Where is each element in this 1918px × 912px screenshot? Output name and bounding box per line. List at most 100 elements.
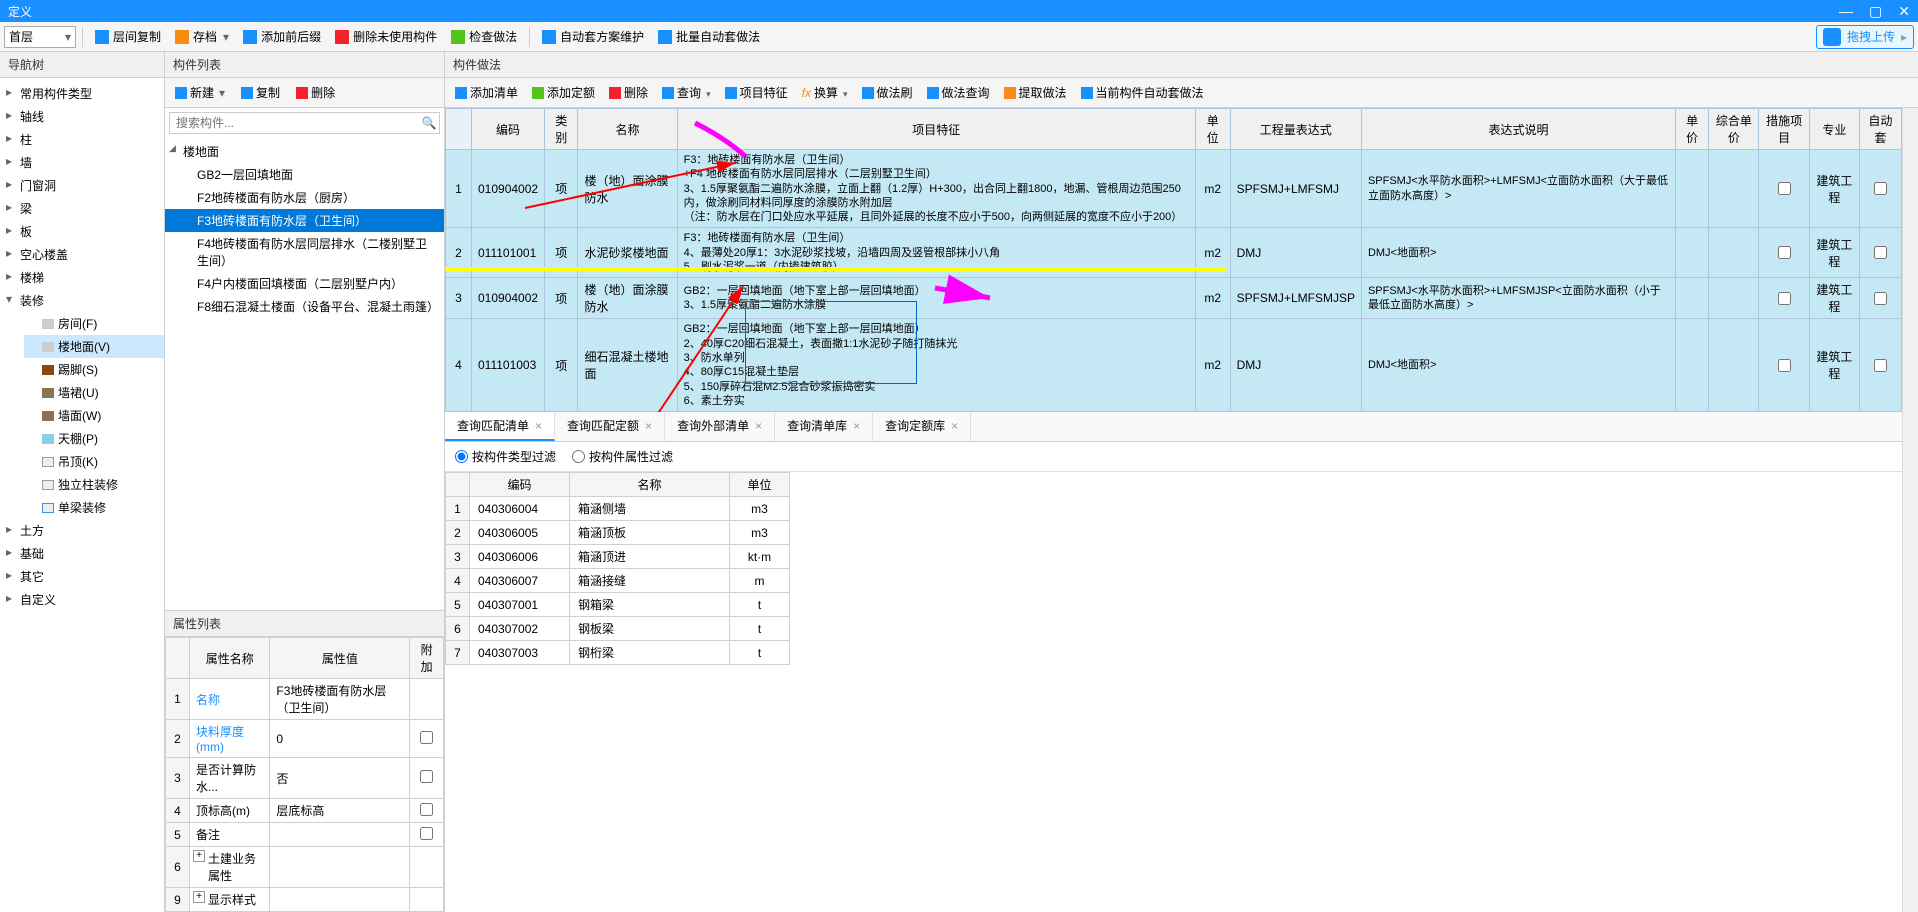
nav-subitem[interactable]: 单梁装修 [24,496,164,519]
comp-item[interactable]: F4地砖楼面有防水层同层排水（二楼别墅卫生间） [165,232,444,272]
nav-tree[interactable]: 常用构件类型轴线柱墙门窗洞梁板空心楼盖楼梯装修房间(F)楼地面(V)踢脚(S)墙… [0,78,164,912]
method-row[interactable]: 4011101003项细石混凝土楼地面GB2：一层回填地面（地下室上部一层回填地… [446,319,1902,412]
delete-method-button[interactable]: 删除 [603,82,654,103]
auto-scheme-button[interactable]: 自动套方案维护 [536,25,650,48]
floor-combo[interactable]: 首层 [4,26,76,48]
scrollbar-v[interactable] [1902,108,1918,912]
property-table[interactable]: 属性名称属性值附加1名称F3地砖楼面有防水层（卫生间）2块料厚度(mm)03是否… [165,637,444,912]
nav-item[interactable]: 基础 [0,542,164,565]
check-method-button[interactable]: 检查做法 [445,25,523,48]
prop-row[interactable]: 9显示样式 [166,888,444,912]
prop-row[interactable]: 5备注 [166,823,444,847]
convert-button[interactable]: fx换算 [796,82,854,103]
prop-row[interactable]: 4顶标高(m)层底标高 [166,799,444,823]
copy-button[interactable]: 复制 [235,82,286,103]
bottom-tab[interactable]: 查询定额库× [873,412,971,441]
comp-item[interactable]: F3地砖楼面有防水层（卫生间） [165,209,444,232]
method-row[interactable]: 2011101001项水泥砂浆楼地面F3：地砖楼面有防水层（卫生间） 4、最薄处… [446,228,1902,278]
prop-row[interactable]: 6土建业务属性 [166,847,444,888]
proj-feat-button[interactable]: 项目特征 [719,82,794,103]
add-prefix-suffix-button[interactable]: 添加前后缀 [237,25,327,48]
brush-icon [862,87,874,99]
nav-item[interactable]: 空心楼盖 [0,243,164,266]
bottom-tab[interactable]: 查询清单库× [775,412,873,441]
tab-close-icon[interactable]: × [535,419,542,433]
search-box: 🔍 [169,112,440,134]
methods-header: 构件做法 [445,52,1918,78]
nav-subitem[interactable]: 墙裙(U) [24,381,164,404]
bottom-tab[interactable]: 查询匹配清单× [445,412,555,441]
nav-subitem[interactable]: 踢脚(S) [24,358,164,381]
close-icon[interactable]: ✕ [1898,3,1910,20]
comp-root[interactable]: 楼地面 [165,140,444,163]
method-row[interactable]: 3010904002项楼（地）面涂膜防水GB2：一层回填地面（地下室上部一层回填… [446,278,1902,319]
comp-item[interactable]: F2地砖楼面有防水层（厨房） [165,186,444,209]
prop-row[interactable]: 2块料厚度(mm)0 [166,720,444,758]
tab-close-icon[interactable]: × [853,419,860,433]
prop-row[interactable]: 1名称F3地砖楼面有防水层（卫生间） [166,679,444,720]
bottom-row[interactable]: 2040306005箱涵顶板m3 [446,521,790,545]
nav-item[interactable]: 梁 [0,197,164,220]
nav-item[interactable]: 装修 [0,289,164,312]
delete-button[interactable]: 删除 [290,82,341,103]
nav-subitem[interactable]: 楼地面(V) [24,335,164,358]
quota-icon [532,87,544,99]
method-brush-button[interactable]: 做法刷 [856,82,919,103]
list-icon [455,87,467,99]
bottom-row[interactable]: 6040307002钢板梁t [446,617,790,641]
minimize-icon[interactable]: — [1839,3,1853,20]
nav-item[interactable]: 楼梯 [0,266,164,289]
current-auto-button[interactable]: 当前构件自动套做法 [1075,82,1210,103]
delete-unused-button[interactable]: 删除未使用构件 [329,25,443,48]
nav-item[interactable]: 门窗洞 [0,174,164,197]
tab-close-icon[interactable]: × [951,419,958,433]
nav-subitem[interactable]: 独立柱装修 [24,473,164,496]
nav-item[interactable]: 板 [0,220,164,243]
batch-auto-button[interactable]: 批量自动套做法 [652,25,766,48]
comp-item[interactable]: F4户内楼面回填楼面（二层别墅户内） [165,272,444,295]
add-list-button[interactable]: 添加清单 [449,82,524,103]
bottom-row[interactable]: 5040307001钢箱梁t [446,593,790,617]
query-button[interactable]: 查询 [656,82,717,103]
tab-close-icon[interactable]: × [755,419,762,433]
nav-item[interactable]: 常用构件类型 [0,82,164,105]
nav-item[interactable]: 柱 [0,128,164,151]
nav-subitem[interactable]: 天棚(P) [24,427,164,450]
bottom-row[interactable]: 4040306007箱涵接缝m [446,569,790,593]
property-panel: 属性列表 属性名称属性值附加1名称F3地砖楼面有防水层（卫生间）2块料厚度(mm… [165,610,444,912]
tab-close-icon[interactable]: × [645,419,652,433]
filter-by-prop[interactable]: 按构件属性过滤 [572,448,673,465]
extract-button[interactable]: 提取做法 [998,82,1073,103]
method-row[interactable]: 1010904002项楼（地）面涂膜防水F3：地砖楼面有防水层（卫生间） +F4… [446,150,1902,228]
filter-by-type[interactable]: 按构件类型过滤 [455,448,556,465]
search-input[interactable] [170,113,419,133]
new-button[interactable]: 新建▾ [169,82,231,103]
nav-subitem[interactable]: 房间(F) [24,312,164,335]
layer-copy-button[interactable]: 层间复制 [89,25,167,48]
bottom-tab[interactable]: 查询外部清单× [665,412,775,441]
comp-item[interactable]: F8细石混凝土楼面（设备平台、混凝土雨篷） [165,295,444,318]
bottom-row[interactable]: 3040306006箱涵顶进kt·m [446,545,790,569]
nav-subitem[interactable]: 吊顶(K) [24,450,164,473]
add-quota-button[interactable]: 添加定额 [526,82,601,103]
component-tree[interactable]: 楼地面GB2一层回填地面F2地砖楼面有防水层（厨房）F3地砖楼面有防水层（卫生间… [165,138,444,320]
methods-grid[interactable]: 编码类别名称项目特征单位工程量表达式表达式说明单价综合单价措施项目专业自动套10… [445,108,1902,412]
prop-row[interactable]: 3是否计算防水...否 [166,758,444,799]
method-query-button[interactable]: 做法查询 [921,82,996,103]
nav-item[interactable]: 轴线 [0,105,164,128]
bottom-row[interactable]: 1040306004箱涵侧墙m3 [446,497,790,521]
nav-item[interactable]: 其它 [0,565,164,588]
bottom-tab[interactable]: 查询匹配定额× [555,412,665,441]
comp-item[interactable]: GB2一层回填地面 [165,163,444,186]
category-icon [42,388,54,398]
maximize-icon[interactable]: ▢ [1869,3,1882,20]
search-icon[interactable]: 🔍 [419,116,439,130]
nav-item[interactable]: 土方 [0,519,164,542]
drag-upload-button[interactable]: 拖拽上传 ▸ [1816,25,1914,49]
archive-button[interactable]: 存档▾ [169,25,235,48]
bottom-row[interactable]: 7040307003钢桁梁t [446,641,790,665]
nav-item[interactable]: 墙 [0,151,164,174]
nav-item[interactable]: 自定义 [0,588,164,611]
nav-subitem[interactable]: 墙面(W) [24,404,164,427]
bottom-grid[interactable]: 编码名称单位1040306004箱涵侧墙m32040306005箱涵顶板m330… [445,472,1902,665]
